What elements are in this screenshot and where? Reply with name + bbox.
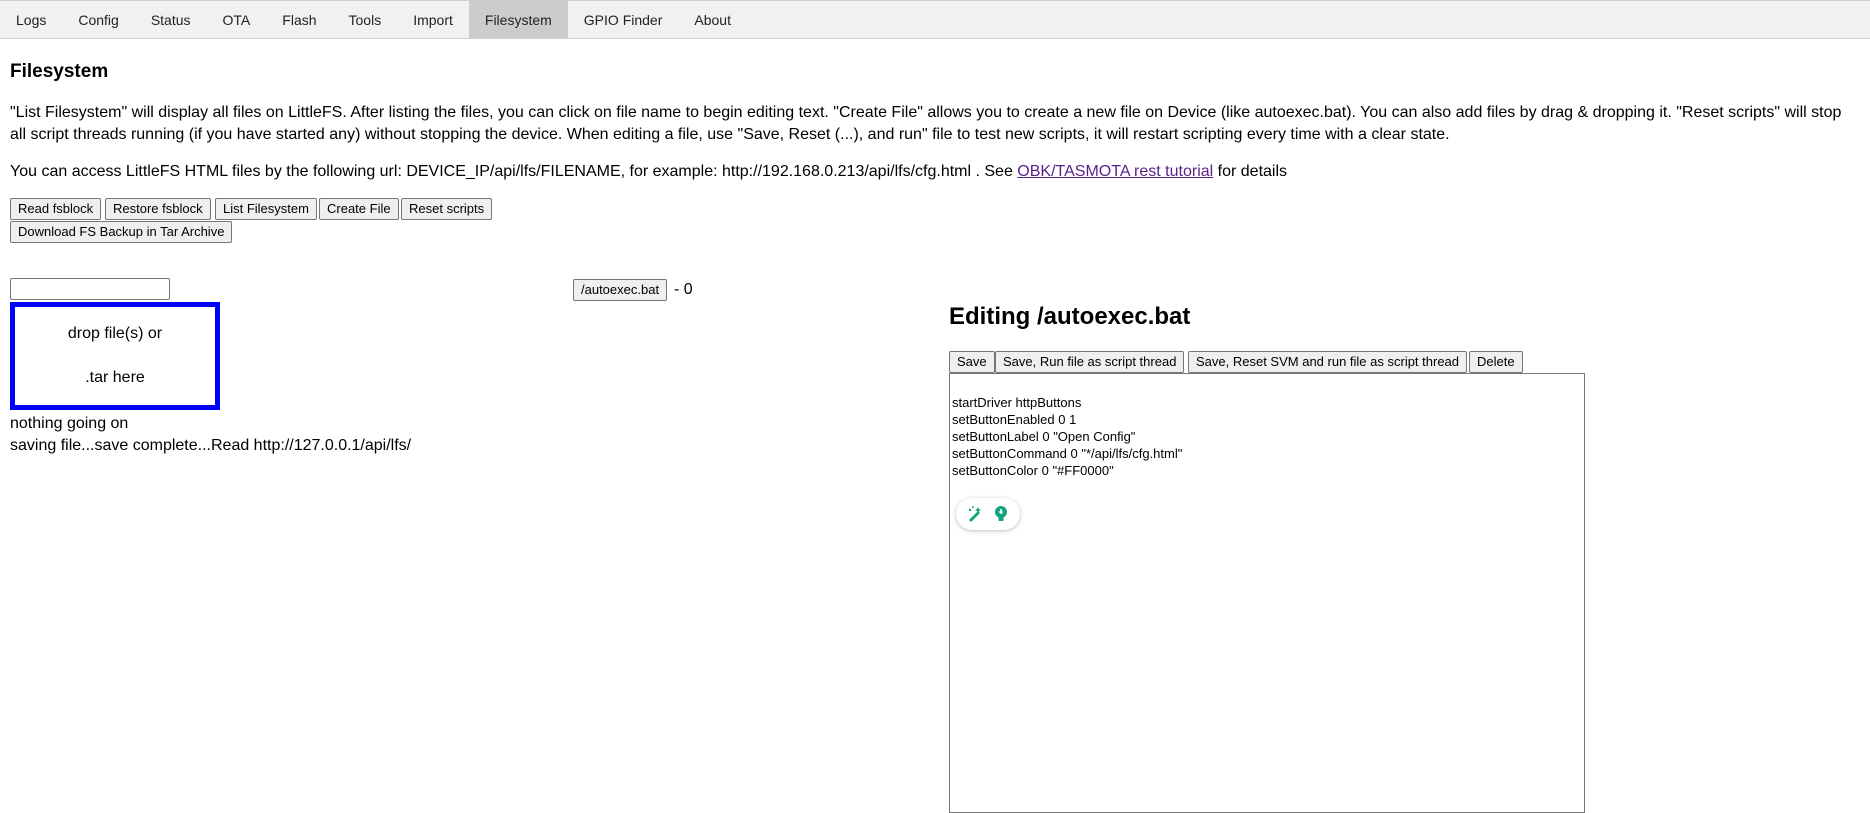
rest-tutorial-link[interactable]: OBK/TASMOTA rest tutorial bbox=[1017, 163, 1213, 180]
tab-import[interactable]: Import bbox=[397, 1, 469, 38]
magic-wand-icon[interactable] bbox=[965, 504, 985, 524]
save-reset-run-button[interactable]: Save, Reset SVM and run file as script t… bbox=[1188, 351, 1468, 373]
file-editor-textarea[interactable]: startDriver httpButtons setButtonEnabled… bbox=[949, 373, 1585, 813]
file-item-autoexec[interactable]: /autoexec.bat bbox=[573, 279, 668, 301]
file-dropzone[interactable]: drop file(s) or .tar here bbox=[10, 302, 220, 410]
dropzone-text-line1: drop file(s) or bbox=[67, 325, 163, 342]
dropzone-text-line2: .tar here bbox=[85, 369, 145, 386]
access-info-suffix: for details bbox=[1217, 163, 1288, 180]
access-info: You can access LittleFS HTML files by th… bbox=[10, 161, 1287, 183]
editor-title: Editing /autoexec.bat bbox=[949, 303, 1191, 330]
page-title: Filesystem bbox=[10, 61, 109, 82]
download-backup-button[interactable]: Download FS Backup in Tar Archive bbox=[10, 221, 233, 243]
restore-fsblock-button[interactable]: Restore fsblock bbox=[105, 198, 211, 220]
tab-status[interactable]: Status bbox=[135, 1, 207, 38]
tab-logs[interactable]: Logs bbox=[0, 1, 62, 38]
create-file-button[interactable]: Create File bbox=[319, 198, 399, 220]
status-line: nothing going on bbox=[10, 415, 129, 432]
tab-config[interactable]: Config bbox=[62, 1, 134, 38]
tab-filesystem[interactable]: Filesystem bbox=[468, 1, 568, 38]
reset-scripts-button[interactable]: Reset scripts bbox=[401, 198, 493, 220]
page-description: "List Filesystem" will display all files… bbox=[10, 104, 1842, 143]
tab-tools[interactable]: Tools bbox=[333, 1, 398, 38]
tab-gpio-finder[interactable]: GPIO Finder bbox=[568, 1, 679, 38]
file-size: - 0 bbox=[674, 281, 693, 298]
access-info-text: You can access LittleFS HTML files by th… bbox=[10, 163, 1013, 180]
read-fsblock-button[interactable]: Read fsblock bbox=[10, 198, 102, 220]
tab-about[interactable]: About bbox=[678, 1, 747, 38]
lightbulb-icon[interactable] bbox=[991, 504, 1011, 524]
tab-bar: Logs Config Status OTA Flash Tools Impor… bbox=[0, 0, 1870, 39]
tab-flash[interactable]: Flash bbox=[266, 1, 332, 38]
list-filesystem-button[interactable]: List Filesystem bbox=[215, 198, 317, 220]
save-run-button[interactable]: Save, Run file as script thread bbox=[995, 351, 1185, 373]
extension-widget bbox=[956, 498, 1020, 530]
new-filename-input[interactable] bbox=[10, 278, 170, 300]
delete-button[interactable]: Delete bbox=[1469, 351, 1523, 373]
status-line: saving file...save complete...Read http:… bbox=[10, 437, 412, 454]
tab-ota[interactable]: OTA bbox=[207, 1, 267, 38]
save-button[interactable]: Save bbox=[949, 351, 995, 373]
status-log: nothing going on saving file...save comp… bbox=[10, 413, 411, 457]
